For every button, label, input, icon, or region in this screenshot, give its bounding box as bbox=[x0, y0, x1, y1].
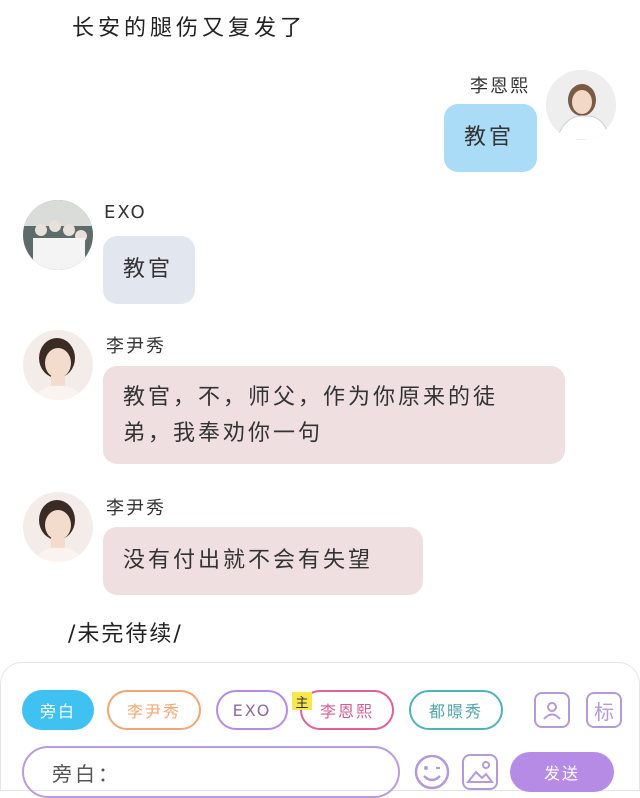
role-chip-li-enxi[interactable]: 李恩熙 bbox=[300, 690, 394, 730]
message-text: 教官 bbox=[123, 257, 174, 282]
emoji-icon bbox=[414, 754, 450, 790]
role-chip-du-jingxiu[interactable]: 都暻秀 bbox=[409, 690, 503, 730]
image-button[interactable] bbox=[462, 754, 498, 790]
role-chip-exo[interactable]: EXO bbox=[216, 690, 288, 730]
avatar-image bbox=[23, 200, 93, 270]
main-role-badge: 主 bbox=[292, 692, 312, 711]
narration-bottom: /未完待续/ bbox=[68, 622, 183, 647]
message-text-line: 弟，我奉劝你一句 bbox=[123, 421, 324, 446]
avatar-image bbox=[546, 70, 616, 140]
user-card-button[interactable] bbox=[534, 692, 570, 728]
narration-top: 长安的腿伤又复发了 bbox=[72, 16, 307, 41]
chip-label: 都暻秀 bbox=[428, 702, 483, 721]
emoji-button[interactable] bbox=[412, 752, 452, 792]
tag-button[interactable]: 标 bbox=[586, 692, 622, 728]
avatar-image bbox=[23, 492, 93, 562]
message-bubble: 教官 bbox=[103, 236, 195, 304]
message-text: 没有付出就不会有失望 bbox=[123, 548, 374, 573]
avatar[interactable] bbox=[23, 330, 93, 400]
tag-button-label: 标 bbox=[594, 699, 614, 724]
role-chip-li-yinxiu[interactable]: 李尹秀 bbox=[107, 690, 201, 730]
message-bubble: 教官，不，师父，作为你原来的徒 弟，我奉劝你一句 bbox=[103, 366, 565, 464]
message-text-line: 教官，不，师父，作为你原来的徒 bbox=[123, 385, 499, 410]
avatar-image bbox=[23, 330, 93, 400]
speaker-name: EXO bbox=[104, 202, 147, 223]
speaker-name: 李尹秀 bbox=[106, 336, 166, 357]
speaker-name: 李尹秀 bbox=[106, 498, 166, 519]
image-icon bbox=[465, 761, 494, 783]
input-value: 旁白： bbox=[52, 761, 121, 786]
chip-label: EXO bbox=[232, 700, 272, 720]
chip-label: 李恩熙 bbox=[319, 702, 374, 721]
message-text: 教官 bbox=[464, 125, 515, 150]
chip-label: 旁白 bbox=[39, 702, 76, 721]
speaker-name: 李恩熙 bbox=[470, 76, 530, 97]
avatar[interactable] bbox=[23, 492, 93, 562]
send-button[interactable]: 发送 bbox=[510, 752, 614, 792]
message-input[interactable]: 旁白： bbox=[22, 746, 400, 798]
send-label: 发送 bbox=[543, 764, 580, 783]
role-chip-narrator[interactable]: 旁白 bbox=[22, 690, 94, 730]
avatar[interactable] bbox=[23, 200, 93, 270]
avatar[interactable] bbox=[546, 70, 616, 140]
message-bubble: 教官 bbox=[444, 104, 537, 172]
message-bubble: 没有付出就不会有失望 bbox=[103, 527, 423, 595]
chip-label: 李尹秀 bbox=[126, 702, 181, 721]
user-card-icon bbox=[543, 702, 561, 720]
